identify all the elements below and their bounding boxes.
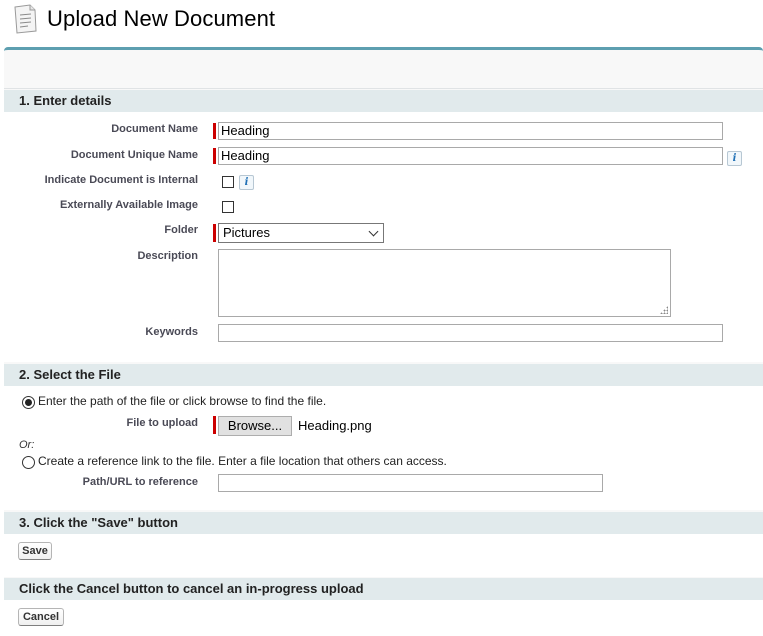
required-marker [213, 123, 216, 139]
file-to-upload-label: File to upload [126, 417, 199, 429]
keywords-label: Keywords [145, 326, 198, 338]
section-header-file: 2. Select the File [4, 364, 763, 386]
description-textarea[interactable] [218, 249, 671, 317]
path-url-input[interactable] [218, 474, 603, 492]
required-marker [213, 416, 216, 434]
document-name-label: Document Name [111, 123, 198, 135]
keywords-input[interactable] [218, 324, 723, 342]
or-text: Or: [19, 439, 35, 451]
selected-file-name: Heading.png [298, 418, 372, 433]
document-name-input[interactable]: Heading [218, 122, 723, 140]
internal-checkbox[interactable] [222, 176, 234, 188]
section-header-cancel: Click the Cancel button to cancel an in-… [4, 578, 763, 600]
folder-select[interactable]: Pictures [218, 223, 384, 243]
folder-select-value: Pictures [223, 225, 270, 240]
page-header: Upload New Document [0, 0, 763, 48]
required-marker [213, 224, 216, 242]
path-option-radio[interactable] [22, 396, 35, 409]
document-icon [14, 4, 37, 34]
details-section: Document Name Heading Document Unique Na… [4, 112, 763, 362]
upload-form: 1. Enter details Document Name Heading D… [4, 47, 763, 636]
document-unique-name-input[interactable]: Heading [218, 147, 723, 165]
save-section: Save [4, 534, 763, 577]
chevron-down-icon [368, 226, 379, 237]
path-option-text: Enter the path of the file or click brow… [38, 394, 327, 408]
folder-label: Folder [164, 224, 198, 236]
resize-grip-icon[interactable] [660, 306, 668, 314]
cancel-button[interactable]: Cancel [18, 608, 64, 626]
cancel-section: Cancel [4, 600, 763, 636]
external-image-label: Externally Available Image [60, 199, 198, 211]
description-label: Description [137, 250, 198, 262]
section-header-save: 3. Click the "Save" button [4, 512, 763, 534]
required-marker [213, 148, 216, 164]
browse-button[interactable]: Browse... [218, 416, 292, 436]
top-strip [4, 50, 763, 89]
internal-info-icon[interactable]: i [239, 175, 254, 190]
file-section: Enter the path of the file or click brow… [4, 386, 763, 510]
path-url-label: Path/URL to reference [82, 476, 198, 488]
document-unique-name-label: Document Unique Name [70, 149, 198, 161]
save-button[interactable]: Save [18, 542, 52, 560]
external-image-checkbox[interactable] [222, 201, 234, 213]
reference-option-text: Create a reference link to the file. Ent… [38, 454, 447, 468]
section-header-details: 1. Enter details [4, 90, 763, 112]
reference-option-radio[interactable] [22, 456, 35, 469]
unique-name-info-icon[interactable]: i [727, 151, 742, 166]
page-title: Upload New Document [47, 6, 276, 31]
internal-label: Indicate Document is Internal [44, 174, 198, 186]
